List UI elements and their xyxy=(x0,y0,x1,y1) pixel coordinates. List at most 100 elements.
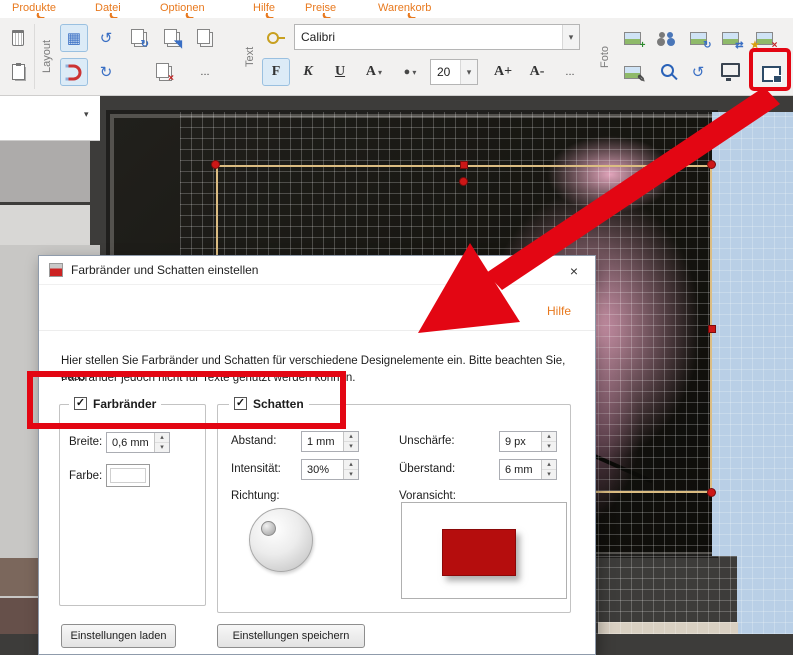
borders-shadows-dialog-button[interactable] xyxy=(757,60,785,88)
selection-handle-middle-right[interactable] xyxy=(708,325,716,333)
selection-rotation-handle[interactable] xyxy=(459,177,468,186)
spin-up-icon[interactable]: ▴ xyxy=(542,460,556,470)
dialog-title-bar[interactable]: Farbränder und Schatten einstellen × xyxy=(39,256,595,285)
remove-photo-button[interactable]: ×★ xyxy=(750,24,778,52)
delete-page-button[interactable]: × xyxy=(150,58,178,86)
unschaerfe-spinner[interactable]: 9 px ▴▾ xyxy=(499,431,557,452)
sidebar-color-swatch[interactable] xyxy=(0,558,38,596)
borders-shadows-dialog: Farbränder und Schatten einstellen × Hil… xyxy=(38,255,596,655)
add-photo-button[interactable]: + xyxy=(618,24,646,52)
rotate-page-button[interactable]: ↺ xyxy=(92,24,120,52)
font-family-value: Calibri xyxy=(295,30,562,44)
menu-item-hilfe[interactable]: Hilfe xyxy=(253,2,275,14)
ueberstand-spinner[interactable]: 6 mm ▴▾ xyxy=(499,459,557,480)
layout-more-button[interactable]: ... xyxy=(191,58,219,86)
load-settings-button[interactable]: Einstellungen laden xyxy=(61,624,176,648)
spin-down-icon[interactable]: ▾ xyxy=(155,443,169,452)
find-person-button[interactable] xyxy=(652,58,680,86)
x-badge-icon: × xyxy=(168,74,174,84)
italic-icon: K xyxy=(303,64,312,80)
chevron-down-icon[interactable]: ▾ xyxy=(562,25,579,49)
edit-photo-button[interactable]: ✎ xyxy=(618,58,646,86)
close-icon[interactable]: × xyxy=(565,262,583,280)
layer-pages-button[interactable] xyxy=(191,24,219,52)
rotate-right-button[interactable]: ↻ xyxy=(92,58,120,86)
more-icon: ... xyxy=(565,67,574,78)
selection-handle-top-left[interactable] xyxy=(211,160,220,169)
farbe-label: Farbe: xyxy=(69,470,102,482)
more-icon: ... xyxy=(200,67,209,78)
spin-down-icon[interactable]: ▾ xyxy=(542,470,556,479)
selection-handle-top-right[interactable] xyxy=(707,160,716,169)
delete-button[interactable] xyxy=(4,24,32,52)
people-icon xyxy=(658,32,674,44)
font-color-button[interactable]: A ▾ xyxy=(358,58,390,86)
preview-screen-button[interactable] xyxy=(716,58,744,86)
font-manager-button[interactable] xyxy=(262,24,290,52)
selection-handle-bottom-right[interactable] xyxy=(707,488,716,497)
bold-button[interactable]: F xyxy=(262,58,290,86)
menu-item-preise[interactable]: Preise xyxy=(305,2,336,14)
dialog-app-icon xyxy=(49,263,63,277)
underline-button[interactable]: U xyxy=(326,58,354,86)
menu-item-warenkorb[interactable]: Warenkorb xyxy=(378,2,431,14)
copy-page-button[interactable]: ◥ xyxy=(158,24,186,52)
farbe-color-swatch[interactable] xyxy=(106,464,150,487)
help-link[interactable]: Hilfe xyxy=(547,304,571,318)
font-size-down-button[interactable]: A- xyxy=(522,58,552,86)
dialog-separator xyxy=(39,330,595,331)
text-more-button[interactable]: ... xyxy=(556,58,584,86)
flip-page-button[interactable]: ↻ xyxy=(125,24,153,52)
menu-item-produkte[interactable]: Produkte xyxy=(12,2,56,14)
pages-icon: ◥ xyxy=(164,29,177,44)
farbraender-checkbox[interactable]: ✓ xyxy=(74,397,87,410)
abstand-spinner[interactable]: 1 mm ▴▾ xyxy=(301,431,359,452)
key-icon xyxy=(267,32,279,44)
font-size-up-button[interactable]: A+ xyxy=(488,58,518,86)
refresh-photo-button[interactable]: ↻ xyxy=(684,24,712,52)
breite-combo[interactable]: 0,6 mm ▴▾ xyxy=(106,432,170,453)
sidebar-dropdown-icon[interactable]: ▾ xyxy=(84,109,89,120)
direction-dial[interactable] xyxy=(249,508,313,572)
dialog-description-line2: Farbränder jedoch nicht für Texte genutz… xyxy=(61,370,583,386)
selection-handle-top-center[interactable] xyxy=(460,161,468,169)
schatten-checkbox[interactable]: ✓ xyxy=(234,397,247,410)
sidebar-color-swatch[interactable] xyxy=(0,598,38,634)
toggle-grid-button[interactable]: ▦ xyxy=(60,24,88,52)
main-toolbar: Layout ▦ ↺ ↻ ◥ ↻ × ... Text Calibri ▾ F … xyxy=(0,18,793,96)
image-icon: + xyxy=(624,32,641,45)
spin-down-icon[interactable]: ▾ xyxy=(344,470,358,479)
spin-up-icon[interactable]: ▴ xyxy=(344,460,358,470)
swap-badge-icon: ⇄ xyxy=(735,41,743,51)
fill-style-button[interactable]: ● ▾ xyxy=(394,58,426,86)
menu-item-optionen[interactable]: Optionen xyxy=(160,2,205,14)
snap-magnet-button[interactable] xyxy=(60,58,88,86)
font-size-combo[interactable]: 20 ▾ xyxy=(430,59,478,85)
page-margin-area[interactable] xyxy=(712,112,793,556)
intensitaet-spinner[interactable]: 30% ▴▾ xyxy=(301,459,359,480)
grid-icon: ▦ xyxy=(67,31,81,46)
sidebar-thumbnail[interactable] xyxy=(0,205,90,245)
paste-button[interactable] xyxy=(4,58,32,86)
font-family-combo[interactable]: Calibri ▾ xyxy=(294,24,580,50)
font-smaller-icon: A- xyxy=(530,64,545,80)
swap-persons-button[interactable] xyxy=(652,24,680,52)
spin-up-icon[interactable]: ▴ xyxy=(344,432,358,442)
italic-button[interactable]: K xyxy=(294,58,322,86)
chevron-down-icon[interactable]: ▾ xyxy=(460,60,477,84)
exchange-photo-button[interactable]: ⇄ xyxy=(716,24,744,52)
undo-photo-button[interactable]: ↺ xyxy=(684,58,712,86)
foto-group-label: Foto xyxy=(598,18,612,95)
x-badge-icon: × xyxy=(772,41,778,51)
spin-down-icon[interactable]: ▾ xyxy=(344,442,358,451)
shadow-preview xyxy=(401,502,567,599)
dial-knob[interactable] xyxy=(261,521,276,536)
sidebar-thumbnail[interactable] xyxy=(0,141,90,202)
spin-up-icon[interactable]: ▴ xyxy=(155,433,169,443)
spin-up-icon[interactable]: ▴ xyxy=(542,432,556,442)
dialog-window-icon xyxy=(762,66,781,82)
spin-down-icon[interactable]: ▾ xyxy=(542,442,556,451)
save-settings-button[interactable]: Einstellungen speichern xyxy=(217,624,365,648)
menu-item-datei[interactable]: Datei xyxy=(95,2,121,14)
page-margin-area[interactable] xyxy=(737,556,793,634)
